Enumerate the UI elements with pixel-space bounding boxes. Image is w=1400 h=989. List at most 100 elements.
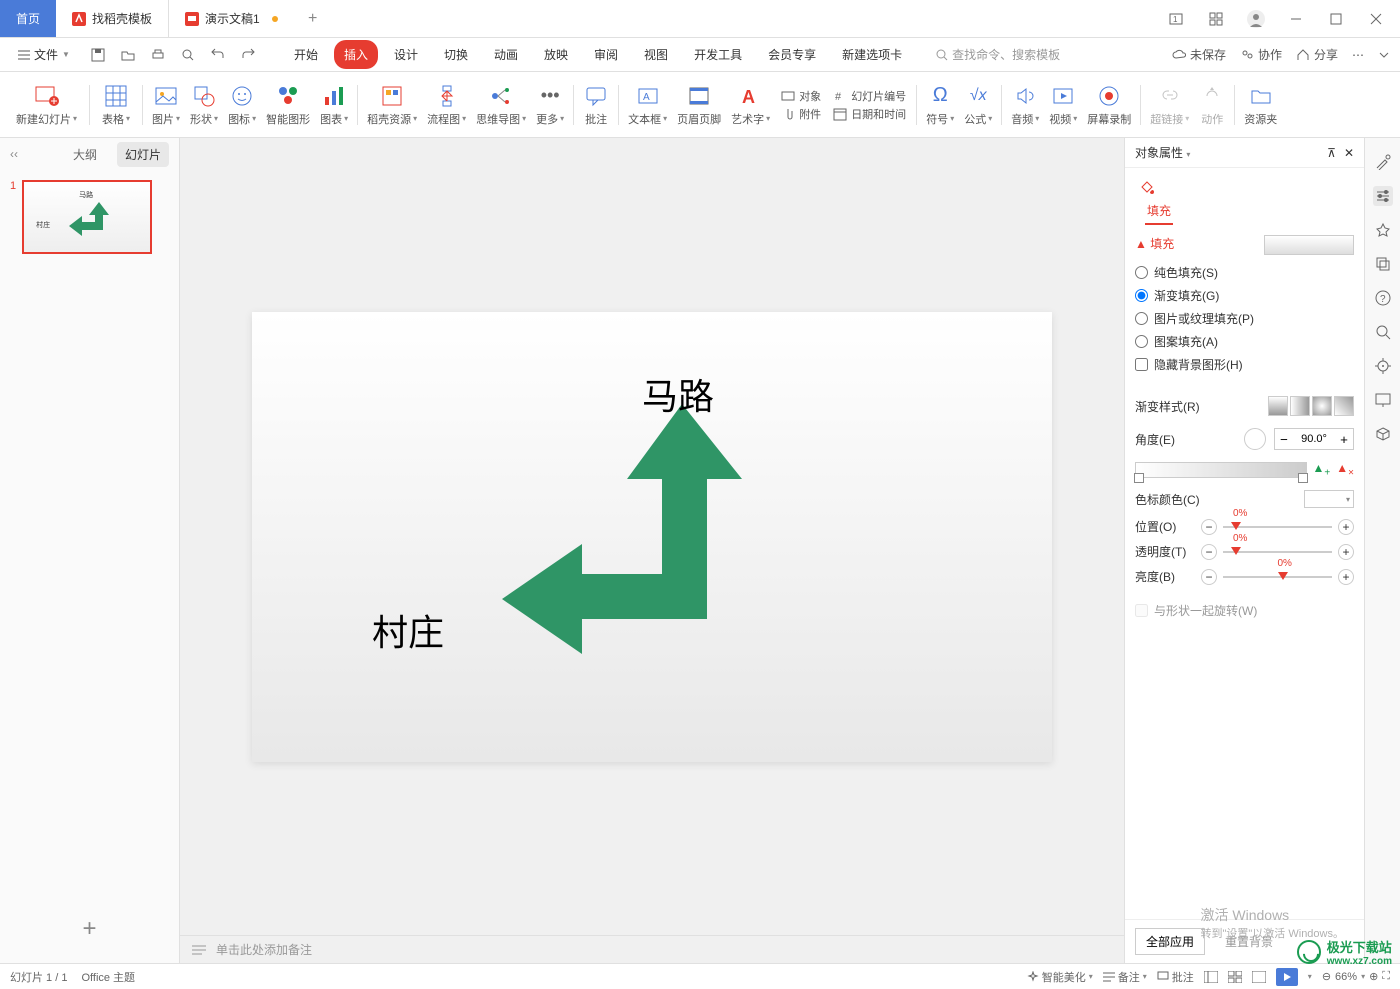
collapse-ribbon[interactable] <box>1378 49 1390 61</box>
zoom-in-button[interactable]: ⊕ <box>1369 970 1378 983</box>
apply-all-button[interactable]: 全部应用 <box>1135 928 1205 955</box>
flowchart-button[interactable]: 流程图▾ <box>422 83 471 127</box>
slideshow-button[interactable] <box>1276 968 1298 986</box>
pin-button[interactable]: ⊼ <box>1327 146 1336 160</box>
app-grid-icon[interactable] <box>1202 5 1230 33</box>
angle-dial[interactable] <box>1244 428 1266 450</box>
notes-placeholder[interactable]: 单击此处添加备注 <box>216 941 312 958</box>
zoom-out-button[interactable]: ⊖ <box>1322 970 1331 983</box>
tab-view[interactable]: 视图 <box>634 40 678 69</box>
fit-button[interactable]: ⛶ <box>1382 970 1390 983</box>
picture-button[interactable]: 图片▾ <box>147 83 185 127</box>
maximize-button[interactable] <box>1322 5 1350 33</box>
document-tab[interactable]: 演示文稿1 <box>169 0 294 37</box>
brightness-increment[interactable]: + <box>1338 569 1354 585</box>
remove-stop-button[interactable]: ▲× <box>1336 461 1354 478</box>
share-button[interactable]: 分享 <box>1296 46 1338 63</box>
smartart-button[interactable]: 智能图形 <box>261 83 315 127</box>
sidebar-cube-icon[interactable] <box>1373 424 1393 444</box>
comment-button[interactable]: 批注 <box>578 83 614 127</box>
transparency-decrement[interactable]: − <box>1201 544 1217 560</box>
gradient-bar[interactable] <box>1135 462 1307 478</box>
save-button[interactable] <box>86 43 110 67</box>
fill-section-title[interactable]: ▲ 填充 <box>1135 237 1174 251</box>
gradient-style-1[interactable] <box>1268 396 1288 416</box>
reading-view-button[interactable] <box>1252 971 1266 983</box>
tab-start[interactable]: 开始 <box>284 40 328 69</box>
docer-resource-button[interactable]: 稻壳资源▾ <box>362 83 422 127</box>
add-slide-button[interactable]: + <box>0 895 179 963</box>
chart-button[interactable]: 图表▾ <box>315 83 353 127</box>
slide-number-button[interactable]: #幻灯片编号 <box>833 88 906 104</box>
icon-button[interactable]: 图标▾ <box>223 83 261 127</box>
template-tab[interactable]: 找稻壳模板 <box>56 0 169 37</box>
tab-design[interactable]: 设计 <box>384 40 428 69</box>
village-label[interactable]: 村庄 <box>372 604 444 656</box>
sidebar-location-icon[interactable] <box>1373 356 1393 376</box>
reset-bg-button[interactable]: 重置背景 <box>1215 928 1283 955</box>
header-footer-button[interactable]: 页眉页脚 <box>672 83 726 127</box>
avatar-icon[interactable] <box>1242 5 1270 33</box>
screen-record-button[interactable]: 屏幕录制 <box>1082 83 1136 127</box>
sorter-view-button[interactable] <box>1228 971 1242 983</box>
equation-button[interactable]: √x公式▾ <box>959 83 997 127</box>
attachment-button[interactable]: 附件 <box>781 106 821 122</box>
object-button[interactable]: 对象 <box>781 88 821 104</box>
zoom-value[interactable]: 66% <box>1335 971 1357 983</box>
gradient-style-3[interactable] <box>1312 396 1332 416</box>
tab-custom[interactable]: 新建选项卡 <box>832 40 912 69</box>
outline-tab[interactable]: 大纲 <box>65 142 105 167</box>
texture-fill-radio[interactable]: 图片或纹理填充(P) <box>1135 307 1354 330</box>
tab-developer[interactable]: 开发工具 <box>684 40 752 69</box>
close-panel-button[interactable]: ✕ <box>1344 146 1354 160</box>
file-menu[interactable]: 文件 ▼ <box>10 42 78 67</box>
symbol-button[interactable]: Ω符号▾ <box>921 83 959 127</box>
close-button[interactable] <box>1362 5 1390 33</box>
undo-button[interactable] <box>206 43 230 67</box>
slideshow-dropdown[interactable]: ▾ <box>1308 972 1312 981</box>
position-increment[interactable]: + <box>1338 519 1354 535</box>
tab-transition[interactable]: 切换 <box>434 40 478 69</box>
angle-increment[interactable]: + <box>1335 429 1353 449</box>
datetime-button[interactable]: 日期和时间 <box>833 106 906 122</box>
preview-button[interactable] <box>176 43 200 67</box>
shape-button[interactable]: 形状▾ <box>185 83 223 127</box>
brightness-decrement[interactable]: − <box>1201 569 1217 585</box>
command-search[interactable]: 查找命令、搜索模板 <box>936 46 1060 63</box>
gradient-fill-radio[interactable]: 渐变填充(G) <box>1135 284 1354 307</box>
minimize-button[interactable] <box>1282 5 1310 33</box>
redo-button[interactable] <box>236 43 260 67</box>
hyperlink-button[interactable]: 超链接▾ <box>1145 83 1194 127</box>
road-label[interactable]: 马路 <box>642 368 714 420</box>
transparency-increment[interactable]: + <box>1338 544 1354 560</box>
angle-decrement[interactable]: − <box>1275 429 1293 449</box>
color-picker[interactable]: ▾ <box>1304 490 1354 508</box>
textbox-button[interactable]: A文本框▾ <box>623 83 672 127</box>
slide-thumbnail-1[interactable]: 马路 村庄 <box>22 180 152 254</box>
slide-canvas[interactable]: 马路 村庄 <box>252 312 1052 762</box>
mindmap-button[interactable]: 思维导图▾ <box>471 83 531 127</box>
sidebar-layers-icon[interactable] <box>1373 254 1393 274</box>
sidebar-present-icon[interactable] <box>1373 390 1393 410</box>
slides-tab[interactable]: 幻灯片 <box>117 142 169 167</box>
normal-view-button[interactable] <box>1204 971 1218 983</box>
sidebar-style-icon[interactable] <box>1373 220 1393 240</box>
angle-input[interactable] <box>1293 429 1335 449</box>
beautify-button[interactable]: 智能美化▾ <box>1027 969 1093 985</box>
new-slide-button[interactable]: 新建幻灯片▾ <box>8 83 85 127</box>
reading-layout-icon[interactable]: 1 <box>1162 5 1190 33</box>
fill-tab-label[interactable]: 填充 <box>1145 200 1173 225</box>
sidebar-settings-icon[interactable] <box>1373 186 1393 206</box>
hide-bg-checkbox[interactable]: 隐藏背景图形(H) <box>1135 353 1354 376</box>
solid-fill-radio[interactable]: 纯色填充(S) <box>1135 261 1354 284</box>
position-decrement[interactable]: − <box>1201 519 1217 535</box>
collab-button[interactable]: 协作 <box>1240 46 1282 63</box>
tab-review[interactable]: 审阅 <box>584 40 628 69</box>
add-stop-button[interactable]: ▲+ <box>1313 461 1331 478</box>
sidebar-design-icon[interactable] <box>1373 152 1393 172</box>
sidebar-find-icon[interactable] <box>1373 322 1393 342</box>
print-button[interactable] <box>146 43 170 67</box>
resource-pack-button[interactable]: 资源夹 <box>1239 83 1282 127</box>
gradient-style-4[interactable] <box>1334 396 1354 416</box>
comment-toggle[interactable]: 批注 <box>1157 969 1194 985</box>
